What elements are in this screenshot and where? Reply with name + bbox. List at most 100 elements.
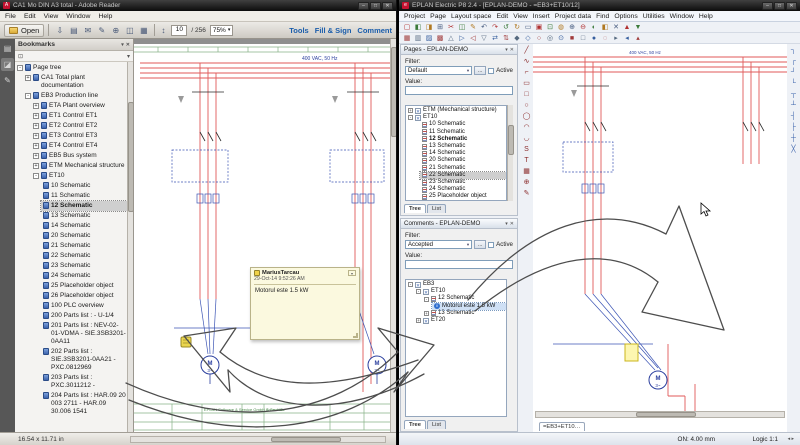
reader-hscroll-thumb[interactable] [271, 437, 341, 442]
bookmark-item[interactable]: 202 Parts list : SIE.3SB3201-0AA21 - PXC… [41, 347, 127, 373]
toolbar-icon[interactable]: ▴ [633, 34, 643, 43]
bookmark-item[interactable]: -ET10 [31, 171, 127, 181]
menu-item[interactable]: Help [98, 13, 112, 20]
panel-close-icon[interactable]: ✕ [510, 47, 514, 53]
connection-tool-icon[interactable]: ╳ [788, 145, 799, 155]
graphic-tool-icon[interactable]: ▦ [521, 167, 532, 177]
reader-tool-icon[interactable]: ✉ [81, 24, 94, 37]
toolbar-icon[interactable]: ● [589, 34, 599, 43]
bookmark-item[interactable]: 21 Schematic [41, 241, 127, 251]
bookmark-item[interactable]: 24 Schematic [41, 271, 127, 281]
toolbar-icon[interactable]: ◇ [523, 34, 533, 43]
toolbar-icon[interactable]: ✂ [446, 23, 456, 32]
toolbar-icon[interactable]: ◐ [589, 23, 599, 32]
toolbar-icon[interactable]: ◌ [600, 34, 610, 43]
page-thumbnails-icon[interactable]: ▤ [1, 42, 14, 55]
open-page-tab[interactable]: =EB3+ET10/12 [539, 422, 585, 431]
menu-item[interactable]: Insert [533, 13, 550, 20]
tools-pane-button[interactable]: Tools [289, 26, 308, 35]
toolbar-icon[interactable]: ◂ [622, 34, 632, 43]
bookmark-item[interactable]: 100 PLC overview [41, 301, 127, 311]
toolbar-icon[interactable]: ▸ [611, 34, 621, 43]
document-scrollbar[interactable] [390, 39, 396, 432]
toolbar-icon[interactable]: ▽ [479, 34, 489, 43]
menu-item[interactable]: Window [670, 13, 694, 20]
pages-tree-item[interactable]: 11 Schematic [420, 129, 506, 136]
bookmark-item[interactable]: +EB5 Bus system [31, 151, 127, 161]
panel-menu-icon[interactable]: ▾ [505, 47, 508, 53]
connection-tool-icon[interactable]: └ [788, 79, 799, 89]
connection-tool-icon[interactable]: ├ [788, 123, 799, 133]
close-button[interactable]: ✕ [382, 2, 393, 10]
pages-tree-item[interactable]: 10 Schematic [420, 121, 506, 128]
bookmark-item[interactable]: +ETM Mechanical structure [31, 161, 127, 171]
pages-tree-item[interactable]: 24 Schematic [420, 186, 506, 193]
toolbar-icon[interactable]: ⊙ [556, 34, 566, 43]
toolbar-icon[interactable]: ◆ [512, 34, 522, 43]
menu-item[interactable]: Help [699, 13, 713, 20]
bookmark-item[interactable]: +ET3 Control ET3 [31, 131, 127, 141]
toolbar-icon[interactable]: ▩ [435, 34, 445, 43]
toolbar-icon[interactable]: △ [446, 34, 456, 43]
menu-item[interactable]: Project [404, 13, 425, 20]
toolbar-icon[interactable]: ▭ [523, 23, 533, 32]
toolbar-icon[interactable]: ▥ [413, 34, 423, 43]
sticky-note-popup[interactable]: MariusTarcau ▾ 29-Oct-14 9:52:26 AM Moto… [250, 267, 360, 340]
menu-item[interactable]: View [513, 13, 528, 20]
reader-tool-icon[interactable]: ⇩ [53, 24, 66, 37]
menu-item[interactable]: Edit [24, 13, 36, 20]
pages-tree-item[interactable]: 23 Schematic [420, 179, 506, 186]
toolbar-icon[interactable]: ✎ [468, 23, 478, 32]
active-checkbox[interactable] [488, 68, 494, 74]
bookmark-item[interactable]: 20 Schematic [41, 231, 127, 241]
bookmark-item[interactable]: 203 Parts list : PXC.3011212 - [41, 373, 127, 391]
toolbar-icon[interactable]: ▲ [622, 23, 632, 32]
graphic-tool-icon[interactable]: ⊕ [521, 178, 532, 188]
toolbar-icon[interactable]: ◁ [468, 34, 478, 43]
bookmark-item[interactable]: +ET2 Control ET2 [31, 121, 127, 131]
statusbar-arrows[interactable]: ◂ ▸ [788, 436, 794, 442]
panel-menu-icon[interactable]: ▾ [505, 221, 508, 227]
pages-tree-item[interactable]: -✕ET10 [406, 114, 506, 121]
menu-item[interactable]: Options [614, 13, 637, 20]
pages-tree-item[interactable]: 20 Schematic [420, 157, 506, 164]
toolbar-icon[interactable]: ⊕ [567, 23, 577, 32]
open-button[interactable]: Open [4, 24, 44, 37]
bookmark-item-selected[interactable]: 12 Schematic [41, 201, 127, 211]
graphic-tool-icon[interactable]: ◯ [521, 112, 532, 122]
bookmarks-panel-icon[interactable]: ◪ [1, 58, 14, 71]
connection-tool-icon[interactable]: ┼ [788, 134, 799, 144]
bookmark-item[interactable]: +ET1 Control ET1 [31, 111, 127, 121]
reader-tool-icon[interactable]: ◫ [123, 24, 136, 37]
toolbar-icon[interactable]: □ [578, 34, 588, 43]
filter-browse-button[interactable]: ... [474, 66, 486, 75]
toolbar-icon[interactable]: ▦ [402, 34, 412, 43]
pages-tree-item[interactable]: 13 Schematic [420, 143, 506, 150]
bookmark-item[interactable]: 22 Schematic [41, 251, 127, 261]
restore-button[interactable]: □ [774, 2, 785, 10]
tab-tree[interactable]: Tree [404, 420, 426, 429]
menu-item[interactable]: Edit [496, 13, 508, 20]
toolbar-icon[interactable]: ◎ [545, 34, 555, 43]
bookmark-item[interactable]: -EB3 Production line [23, 91, 127, 101]
pages-tree-item[interactable]: 14 Schematic [420, 150, 506, 157]
bookmark-item[interactable]: 13 Schematic [41, 211, 127, 221]
comment-note-icon[interactable] [181, 337, 191, 347]
filter-combobox[interactable]: Default▾ [405, 66, 472, 75]
toolbar-icon[interactable]: ↻ [512, 23, 522, 32]
bookmark-item[interactable]: -Page tree [15, 63, 127, 73]
comments-filter-combobox[interactable]: Accepted▾ [405, 240, 472, 249]
connection-tool-icon[interactable]: ┌ [788, 57, 799, 67]
pages-tree-item[interactable]: 25 Placeholder object [420, 193, 506, 200]
pages-tree-item[interactable]: +✕ETM (Mechanical structure) [406, 107, 506, 114]
toolbar-icon[interactable]: ⇄ [490, 34, 500, 43]
graphic-tool-icon[interactable]: ◡ [521, 134, 532, 144]
toolbar-icon[interactable]: ◫ [457, 23, 467, 32]
bookmark-item[interactable]: +ETA Plant overview [31, 101, 127, 111]
graphic-tool-icon[interactable]: ⌐ [521, 68, 532, 78]
note-options-icon[interactable]: ▾ [348, 270, 356, 276]
toolbar-icon[interactable]: ▢ [402, 23, 412, 32]
note-resize-grip[interactable] [353, 333, 358, 338]
menu-item[interactable]: File [5, 13, 16, 20]
comments-tree-item[interactable]: +13 Schematic [422, 310, 506, 317]
